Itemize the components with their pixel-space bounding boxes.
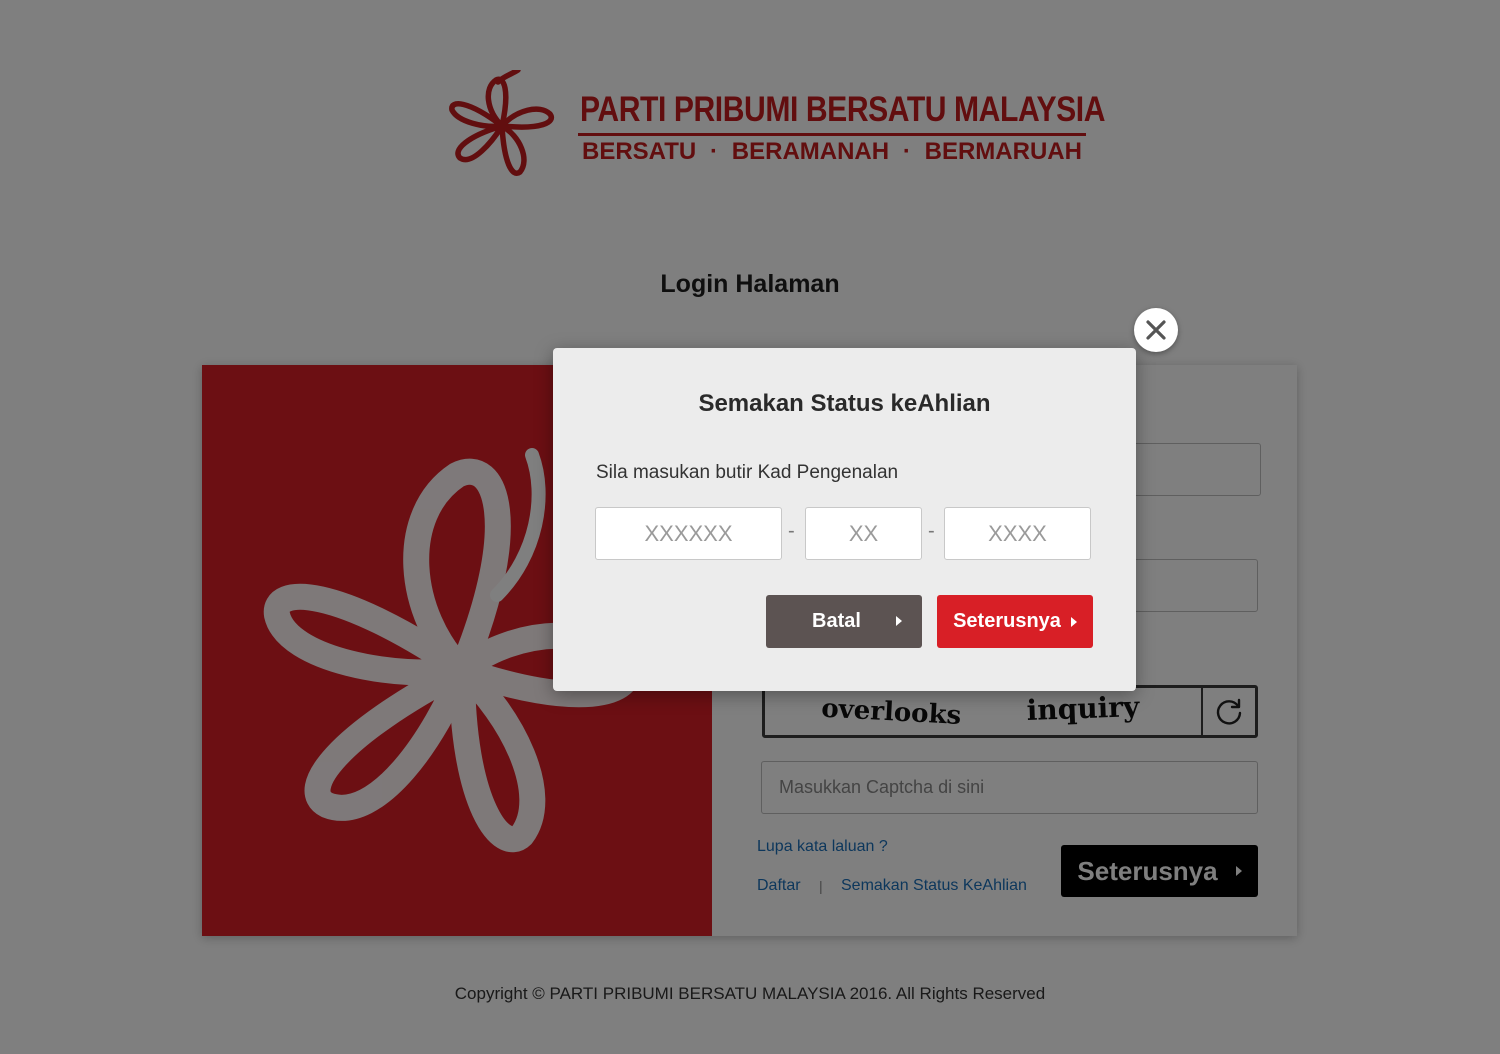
modal-instruction: Sila masukan butir Kad Pengenalan — [596, 462, 899, 483]
arrow-right-icon — [1070, 616, 1077, 627]
cancel-label: Batal — [812, 610, 861, 632]
arrow-right-icon — [896, 616, 902, 626]
close-icon — [1146, 320, 1166, 340]
membership-status-modal: Semakan Status keAhlian Sila masukan but… — [553, 348, 1136, 691]
ic-part2-input[interactable] — [805, 507, 922, 560]
ic-dash: - — [788, 520, 795, 542]
close-modal-button[interactable] — [1134, 308, 1178, 352]
next-button[interactable]: Seterusnya — [937, 595, 1093, 648]
ic-part1-input[interactable] — [595, 507, 782, 560]
next-label: Seterusnya — [953, 610, 1061, 632]
modal-title: Semakan Status keAhlian — [698, 390, 991, 417]
cancel-button[interactable]: Batal — [766, 595, 922, 648]
ic-dash: - — [928, 520, 935, 542]
ic-part3-input[interactable] — [944, 507, 1091, 560]
